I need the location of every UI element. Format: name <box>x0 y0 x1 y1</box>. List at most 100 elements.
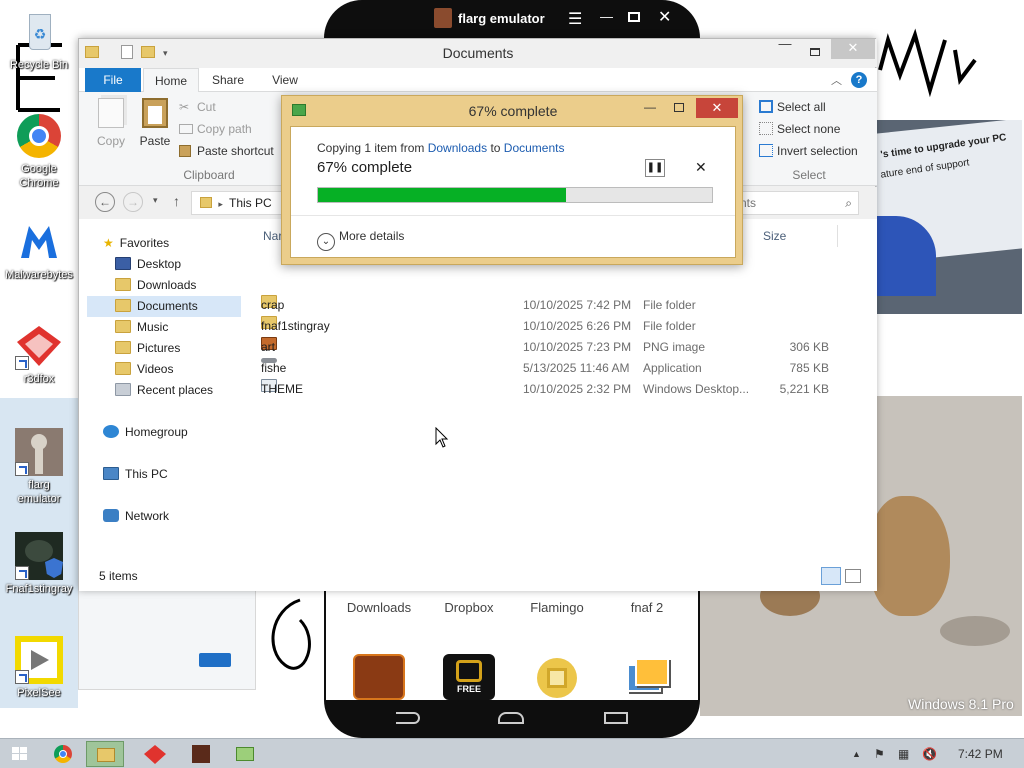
home-icon[interactable] <box>498 712 524 724</box>
app-label-dropbox[interactable]: Dropbox <box>424 600 514 615</box>
pause-button[interactable]: ❚❚ <box>645 159 665 177</box>
taskbar-chrome[interactable] <box>44 741 82 767</box>
recents-icon[interactable] <box>604 712 628 724</box>
nav-this-pc[interactable]: This PC <box>103 464 168 485</box>
copy-destination-link[interactable]: Documents <box>504 141 565 155</box>
tab-share[interactable]: Share <box>201 68 255 92</box>
back-icon[interactable] <box>396 712 420 724</box>
select-none-button[interactable]: Select none <box>759 122 840 136</box>
recent-locations-icon[interactable]: ▾ <box>153 195 158 206</box>
cancel-copy-button[interactable]: ✕ <box>695 159 707 176</box>
nav-pictures[interactable]: Pictures <box>115 338 180 359</box>
network-icon <box>103 509 119 522</box>
copy-path-button[interactable]: Copy path <box>179 122 252 136</box>
invert-selection-button[interactable]: Invert selection <box>759 144 858 158</box>
quick-access-properties-icon[interactable] <box>121 45 133 59</box>
desktop-icon-pixelsee[interactable]: PixelSee <box>0 636 78 700</box>
address-location: This PC <box>229 196 272 210</box>
file-explorer-icon <box>97 748 115 762</box>
maximize-button[interactable] <box>803 43 827 63</box>
desktop-icon-flarg-emulator[interactable]: flarg emulator <box>0 428 78 506</box>
taskbar-explorer[interactable] <box>86 741 124 767</box>
nav-desktop[interactable]: Desktop <box>115 254 181 275</box>
help-icon[interactable]: ? <box>851 72 867 88</box>
nav-documents[interactable]: Documents <box>87 296 241 317</box>
select-all-button[interactable]: Select all <box>759 100 826 114</box>
app-label-downloads[interactable]: Downloads <box>334 600 424 615</box>
forward-arrow-icon[interactable]: → <box>123 192 143 212</box>
copy-source-link[interactable]: Downloads <box>428 141 487 155</box>
desktop-icon-r3dfox[interactable]: r3dfox <box>0 322 78 386</box>
table-row[interactable]: crap 10/10/2025 7:42 PM File folder <box>261 295 861 316</box>
emulator-menu-icon[interactable]: ☰ <box>568 9 582 29</box>
emulator-maximize-icon[interactable] <box>628 12 640 22</box>
nav-favorites[interactable]: ★ Favorites <box>103 233 169 254</box>
item-count: 5 items <box>99 569 138 583</box>
column-header-size[interactable]: Size <box>763 229 786 243</box>
ribbon-collapse-icon[interactable]: ︿ <box>831 72 842 88</box>
fnaf1stingray-icon <box>15 532 63 580</box>
copy-maximize-button[interactable] <box>674 103 684 112</box>
fnaf2-app-icon[interactable] <box>621 654 673 700</box>
volume-muted-icon[interactable]: 🔇 <box>922 739 937 768</box>
up-arrow-icon[interactable]: ↑ <box>173 193 180 209</box>
quick-access-dropdown-icon[interactable]: ▾ <box>163 39 168 67</box>
app-label-flamingo[interactable]: Flamingo <box>512 600 602 615</box>
shortcut-arrow-icon <box>15 670 29 684</box>
desktop-icon-chrome[interactable]: Google Chrome <box>0 112 78 190</box>
large-icons-view-icon[interactable] <box>845 569 861 583</box>
minimize-button[interactable]: — <box>773 35 797 55</box>
start-button[interactable] <box>0 741 40 767</box>
taskbar-flarg-emulator[interactable] <box>182 741 220 767</box>
close-button[interactable]: ✕ <box>831 39 875 59</box>
network-tray-icon[interactable]: ▦ <box>898 739 909 768</box>
flamingo-app-icon[interactable] <box>531 654 583 700</box>
clock[interactable]: 7:42 PM <box>958 739 1003 768</box>
tab-view[interactable]: View <box>259 68 311 92</box>
tab-file[interactable]: File <box>85 68 141 92</box>
show-hidden-icons[interactable]: ▲ <box>852 739 861 768</box>
paste-shortcut-button[interactable]: Paste shortcut <box>179 144 274 158</box>
nav-homegroup[interactable]: Homegroup <box>103 422 188 443</box>
copy-button[interactable]: Copy <box>93 98 129 148</box>
table-row[interactable]: fishe 5/13/2025 11:46 AM Application 785… <box>261 358 861 379</box>
desktop-icon-recycle-bin[interactable]: ♻ Recycle Bin <box>0 8 78 72</box>
cut-button[interactable]: ✂ Cut <box>179 100 216 114</box>
emulator-minimize-icon[interactable]: — <box>600 9 613 24</box>
copy-close-button[interactable]: ✕ <box>696 98 738 118</box>
select-none-icon <box>759 122 773 135</box>
select-all-icon <box>759 100 773 113</box>
nav-network[interactable]: Network <box>103 506 169 527</box>
desktop-icon-fnaf1stingray[interactable]: Fnaf1stingray <box>0 532 78 596</box>
nav-recent-places[interactable]: Recent places <box>115 380 213 401</box>
taskbar-copy-progress[interactable] <box>226 741 264 767</box>
downloads-app-icon[interactable] <box>353 654 405 700</box>
nav-videos[interactable]: Videos <box>115 359 173 380</box>
action-center-flag-icon[interactable]: ⚑ <box>874 739 885 768</box>
videos-folder-icon <box>115 362 131 375</box>
details-view-icon[interactable] <box>821 567 841 585</box>
table-row[interactable]: THEME 10/10/2025 2:32 PM Windows Desktop… <box>261 379 861 400</box>
downloads-folder-icon <box>115 278 131 291</box>
recycle-bin-icon: ♻ <box>15 8 63 56</box>
search-icon: ⌕ <box>845 196 852 210</box>
more-details-button[interactable]: ⌄ More details <box>317 229 404 251</box>
back-arrow-icon[interactable]: ← <box>95 192 115 212</box>
column-header-name[interactable]: Nar <box>263 229 282 243</box>
table-row[interactable]: art 10/10/2025 7:23 PM PNG image 306 KB <box>261 337 861 358</box>
quick-access-new-folder-icon[interactable] <box>141 46 155 58</box>
copy-minimize-button[interactable]: — <box>644 100 656 114</box>
quick-access-folder-icon[interactable] <box>85 46 99 58</box>
dropbox-app-icon[interactable]: FREE <box>443 654 495 700</box>
taskbar-r3dfox[interactable] <box>136 741 174 767</box>
desktop-icon-malwarebytes[interactable]: Malwarebytes <box>0 218 78 282</box>
emulator-close-icon[interactable]: ✕ <box>658 7 671 27</box>
paste-button[interactable]: Paste <box>137 98 173 148</box>
nav-music[interactable]: Music <box>115 317 168 338</box>
address-bar[interactable]: ▸ This PC <box>191 191 287 215</box>
tab-home[interactable]: Home <box>143 68 199 92</box>
nav-downloads[interactable]: Downloads <box>115 275 196 296</box>
table-row[interactable]: fnaf1stingray 10/10/2025 6:26 PM File fo… <box>261 316 861 337</box>
app-label-fnaf2[interactable]: fnaf 2 <box>602 600 692 615</box>
clipboard-group-label: Clipboard <box>183 168 235 182</box>
